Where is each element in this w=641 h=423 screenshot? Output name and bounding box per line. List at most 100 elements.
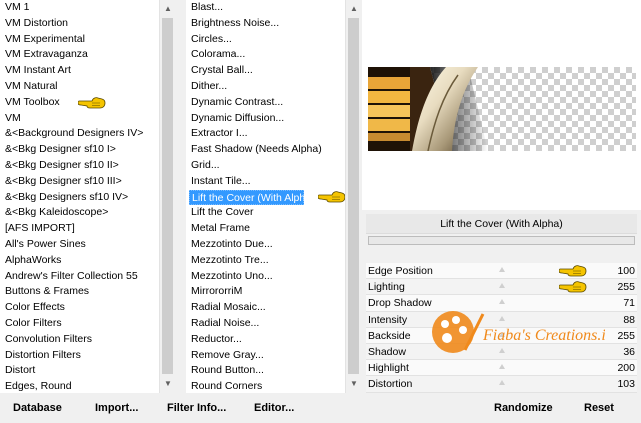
- category-list-item[interactable]: Andrew's Filter Collection 55: [0, 269, 159, 285]
- filter-list-item[interactable]: MirrororriM: [186, 284, 345, 300]
- filter-list-item[interactable]: Metal Frame: [186, 221, 345, 237]
- category-list-item[interactable]: Color Effects: [0, 300, 159, 316]
- category-list-item[interactable]: VM Toolbox: [0, 95, 159, 111]
- list-item-label: Crystal Ball...: [191, 64, 253, 77]
- category-list-item[interactable]: &<Bkg Designer sf10 II>: [0, 158, 159, 174]
- slider-label: Shadow: [368, 345, 406, 358]
- category-list-item[interactable]: VM Instant Art: [0, 63, 159, 79]
- filter-list-scrollbar[interactable]: ▲ ▼: [345, 0, 361, 393]
- list-item-label: Round Corners: [191, 380, 263, 393]
- category-list-item[interactable]: VM Natural: [0, 79, 159, 95]
- list-item-label: Color Effects: [5, 301, 65, 314]
- category-list-item[interactable]: Distortion Filters: [0, 348, 159, 364]
- filter-list-item[interactable]: Dynamic Diffusion...: [186, 111, 345, 127]
- parameter-slider[interactable]: Edge Position 100: [366, 263, 637, 280]
- filter-list-item[interactable]: Mezzotinto Tre...: [186, 253, 345, 269]
- category-list-item[interactable]: Color Filters: [0, 316, 159, 332]
- list-item-label: &<Background Designers IV>: [5, 127, 144, 140]
- filter-list-item[interactable]: Reductor...: [186, 332, 345, 348]
- category-list-item[interactable]: Buttons & Frames: [0, 284, 159, 300]
- filter-info-button[interactable]: Filter Info...: [167, 399, 226, 417]
- filter-list-item[interactable]: Fast Shadow (Needs Alpha): [186, 142, 345, 158]
- list-item-label: Edges, Round: [5, 380, 72, 393]
- category-list-item[interactable]: &<Bkg Kaleidoscope>: [0, 205, 159, 221]
- slider-thumb[interactable]: [499, 267, 505, 272]
- list-item-label: Fast Shadow (Needs Alpha): [191, 143, 322, 156]
- list-item-label: Dynamic Contrast...: [191, 95, 284, 108]
- slider-thumb[interactable]: [499, 283, 505, 289]
- category-list-item[interactable]: Convolution Filters: [0, 332, 159, 348]
- category-list-scrollbar[interactable]: ▲ ▼: [159, 0, 175, 393]
- filter-list[interactable]: Blast... Brightness Noise... Circles... Col…: [186, 0, 345, 393]
- editor-button[interactable]: Editor...: [254, 399, 294, 417]
- filter-list-item[interactable]: Grid...: [186, 158, 345, 174]
- list-item-label: MirrororriM: [191, 285, 243, 298]
- slider-value: 88: [623, 313, 635, 326]
- filter-list-item[interactable]: Lift the Cover: [186, 205, 345, 221]
- category-list[interactable]: VM 1 VM Distortion VM Experimental VM Extra…: [0, 0, 159, 393]
- list-item-label: Mezzotinto Tre...: [191, 253, 269, 266]
- category-list-item[interactable]: Edges, Round: [0, 379, 159, 393]
- filter-list-item[interactable]: Round Button...: [186, 363, 345, 379]
- filter-list-item[interactable]: Crystal Ball...: [186, 63, 345, 79]
- category-list-item[interactable]: AlphaWorks: [0, 253, 159, 269]
- filter-list-item[interactable]: Brightness Noise...: [186, 16, 345, 32]
- database-button[interactable]: Database: [13, 399, 62, 417]
- filter-list-item[interactable]: Instant Tile...: [186, 174, 345, 190]
- list-item-label: &<Bkg Designer sf10 I>: [5, 143, 116, 156]
- list-item-label: Dither...: [191, 79, 228, 92]
- filter-list-item[interactable]: Radial Mosaic...: [186, 300, 345, 316]
- filter-info-button-label: Filter Info...: [167, 402, 227, 414]
- slider-thumb[interactable]: [499, 380, 505, 386]
- category-list-item[interactable]: &<Bkg Designers sf10 IV>: [0, 190, 159, 206]
- list-item-label: Convolution Filters: [5, 332, 92, 345]
- chevron-up-icon[interactable]: ▲: [346, 2, 362, 16]
- category-list-item[interactable]: VM 1: [0, 0, 159, 16]
- filter-list-item[interactable]: Circles...: [186, 32, 345, 48]
- chevron-down-icon[interactable]: ▼: [346, 377, 362, 391]
- category-list-item[interactable]: VM Distortion: [0, 16, 159, 32]
- pointing-hand-icon: [317, 190, 345, 204]
- import-button[interactable]: Import...: [95, 399, 138, 417]
- category-list-item[interactable]: Distort: [0, 363, 159, 379]
- watermark-logo: Fiaba's Creations.it: [425, 300, 611, 364]
- slider-label: Drop Shadow: [368, 297, 432, 310]
- filter-list-item[interactable]: Extractor I...: [186, 126, 345, 142]
- reset-button[interactable]: Reset: [584, 399, 614, 417]
- filter-list-item[interactable]: Lift the Cover (With Alpha): [189, 189, 345, 206]
- filter-list-item[interactable]: Round Corners: [186, 379, 345, 393]
- list-item-label: Radial Mosaic...: [191, 301, 266, 314]
- slider-label: Lighting: [368, 281, 405, 294]
- chevron-up-icon[interactable]: ▲: [160, 2, 176, 16]
- category-list-item[interactable]: VM: [0, 111, 159, 127]
- import-button-label: Import...: [95, 402, 139, 414]
- category-list-item[interactable]: VM Extravaganza: [0, 47, 159, 63]
- randomize-button[interactable]: Randomize: [494, 399, 553, 417]
- list-item-label: VM Toolbox: [5, 95, 60, 108]
- slider-value: 200: [617, 362, 635, 375]
- editor-button-label: Editor...: [254, 402, 295, 414]
- scroll-thumb[interactable]: [162, 18, 173, 374]
- slider-thumb[interactable]: [499, 364, 505, 370]
- filter-list-item[interactable]: Colorama...: [186, 47, 345, 63]
- filter-list-item[interactable]: Mezzotinto Uno...: [186, 269, 345, 285]
- filter-list-item[interactable]: Dither...: [186, 79, 345, 95]
- parameter-slider[interactable]: Distortion 103: [366, 376, 637, 393]
- filter-list-item[interactable]: Remove Gray...: [186, 348, 345, 364]
- slider-value: 36: [623, 345, 635, 358]
- chevron-down-icon[interactable]: ▼: [160, 377, 176, 391]
- category-list-item[interactable]: &<Bkg Designer sf10 I>: [0, 142, 159, 158]
- parameter-slider[interactable]: Lighting 255: [366, 279, 637, 296]
- category-list-item[interactable]: VM Experimental: [0, 32, 159, 48]
- category-list-item[interactable]: &<Background Designers IV>: [0, 126, 159, 142]
- scroll-thumb[interactable]: [348, 18, 359, 374]
- filter-list-item[interactable]: Radial Noise...: [186, 316, 345, 332]
- category-list-item[interactable]: All's Power Sines: [0, 237, 159, 253]
- filter-list-item[interactable]: Blast...: [186, 0, 345, 16]
- filter-list-item[interactable]: Mezzotinto Due...: [186, 237, 345, 253]
- category-list-item[interactable]: &<Bkg Designer sf10 III>: [0, 174, 159, 190]
- slider-value: 255: [617, 329, 635, 342]
- filter-list-item[interactable]: Dynamic Contrast...: [186, 95, 345, 111]
- list-item-label: VM Distortion: [5, 16, 69, 29]
- category-list-item[interactable]: [AFS IMPORT]: [0, 221, 159, 237]
